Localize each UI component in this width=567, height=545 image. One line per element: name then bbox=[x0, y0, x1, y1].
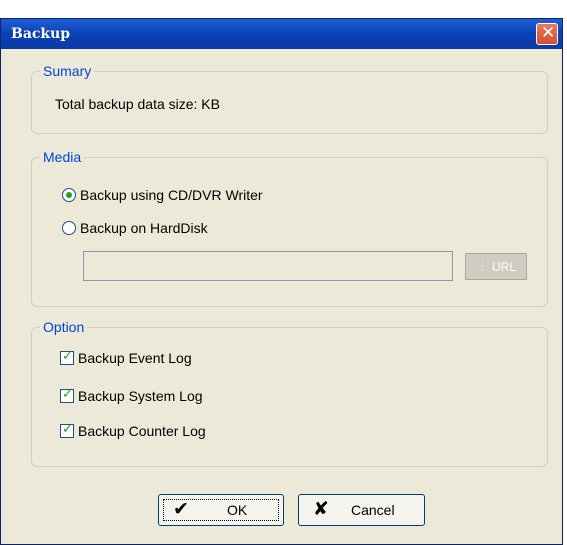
cancel-button[interactable]: ✘ Cancel bbox=[298, 494, 425, 526]
radio-cd-dvr-writer-label[interactable]: Backup using CD/DVR Writer bbox=[80, 187, 263, 203]
summary-legend: Sumary bbox=[40, 63, 95, 79]
option-legend: Option bbox=[40, 319, 88, 335]
harddisk-path-input[interactable] bbox=[83, 251, 453, 281]
ok-button[interactable]: ✔ OK bbox=[158, 494, 284, 526]
radio-harddisk-label[interactable]: Backup on HardDisk bbox=[80, 220, 208, 236]
summary-group: Sumary Total backup data size: KB bbox=[31, 63, 548, 134]
title-bar: Backup ✕ bbox=[1, 19, 562, 49]
media-group: Media Backup using CD/DVR Writer Backup … bbox=[31, 149, 548, 307]
radio-cd-dvr-writer[interactable] bbox=[62, 188, 76, 202]
checkmark-icon: ✓ bbox=[62, 349, 73, 364]
checkmark-icon: ✔ bbox=[173, 498, 189, 520]
backup-dialog: Backup ✕ Sumary Total backup data size: … bbox=[0, 18, 563, 545]
checkbox-system-log[interactable]: ✓ bbox=[60, 387, 74, 403]
url-button-label: URL bbox=[492, 260, 517, 274]
total-size-label: Total backup data size: KB bbox=[55, 96, 220, 112]
cross-icon: ✘ bbox=[313, 498, 329, 520]
checkmark-icon: ✓ bbox=[62, 387, 73, 402]
browse-icon: ⋮ bbox=[476, 258, 489, 273]
url-button[interactable]: ⋮ URL bbox=[465, 253, 527, 280]
checkbox-counter-log-label[interactable]: Backup Counter Log bbox=[78, 423, 206, 439]
checkbox-event-log[interactable]: ✓ bbox=[60, 349, 74, 365]
media-legend: Media bbox=[40, 149, 85, 165]
ok-button-label: OK bbox=[227, 502, 248, 518]
cancel-button-label: Cancel bbox=[351, 502, 395, 518]
close-icon: ✕ bbox=[541, 23, 556, 43]
checkmark-icon: ✓ bbox=[62, 422, 73, 437]
checkbox-event-log-label[interactable]: Backup Event Log bbox=[78, 350, 192, 366]
radio-selected-dot bbox=[66, 192, 72, 198]
radio-harddisk[interactable] bbox=[62, 221, 76, 235]
close-button[interactable]: ✕ bbox=[536, 23, 558, 45]
checkbox-system-log-label[interactable]: Backup System Log bbox=[78, 388, 203, 404]
option-group: Option ✓ Backup Event Log ✓ Backup Syste… bbox=[31, 319, 548, 467]
checkbox-counter-log[interactable]: ✓ bbox=[60, 422, 74, 438]
window-title: Backup bbox=[11, 26, 71, 42]
